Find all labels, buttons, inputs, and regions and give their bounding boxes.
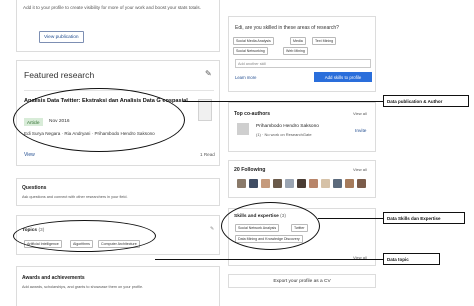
- questions-title: Questions: [22, 185, 47, 191]
- skills-count: (3): [280, 214, 287, 219]
- skills-title-text: Skills and expertise: [234, 214, 279, 219]
- skills-question: Edi, are you skilled in these areas of r…: [235, 25, 339, 31]
- topics-callout-label: Data topic: [383, 253, 440, 265]
- coauthor-name[interactable]: Prihambodo Hendro Saksono: [256, 124, 319, 129]
- coauthor-avatar[interactable]: [237, 123, 249, 135]
- topic-tag[interactable]: Artificial Intelligence: [24, 240, 62, 248]
- skills-suggestion-card: Edi, are you skilled in these areas of r…: [228, 16, 376, 92]
- questions-card: Questions Ask questions and connect with…: [16, 178, 220, 206]
- awards-text: Add awards, scholarships, and grants to …: [22, 285, 144, 289]
- learn-more-link[interactable]: Learn more: [235, 75, 256, 80]
- publication-date: Nov 2016: [49, 119, 70, 124]
- awards-title: Awards and achievements: [22, 275, 85, 281]
- skill-tag[interactable]: Twitter: [291, 224, 308, 232]
- topics-callout-line: [155, 259, 384, 260]
- view-publication-button[interactable]: View publication: [39, 31, 84, 43]
- following-avatar[interactable]: [285, 179, 294, 188]
- topics-card: Topics (3) ✎ Artificial Intelligence Alg…: [16, 215, 220, 255]
- skills-card: Skills and expertise (3) Social Network …: [228, 208, 376, 266]
- skills-title: Skills and expertise (3): [234, 214, 286, 219]
- suggested-skill-tag[interactable]: Media: [290, 37, 306, 45]
- coauthor-meta: (1) · No work on ResearchGate: [256, 132, 312, 137]
- publication-authors[interactable]: Edi Surya Negara · Ria Andryani · Priham…: [24, 131, 155, 136]
- featured-title: Featured research: [24, 70, 95, 80]
- following-avatar[interactable]: [249, 179, 258, 188]
- featured-research-card: Featured research ✎ Analisis Data Twitte…: [16, 60, 220, 166]
- topic-tag[interactable]: Computer Architecture: [98, 240, 140, 248]
- topics-count: (3): [38, 228, 45, 233]
- topics-edit-icon[interactable]: ✎: [210, 226, 214, 232]
- coauthors-view-all[interactable]: View all: [353, 111, 367, 116]
- topic-tag[interactable]: Algorithms: [70, 240, 93, 248]
- skill-tag[interactable]: Social Network Analysis: [235, 224, 280, 232]
- export-cv-label[interactable]: Export your profile as a CV: [273, 279, 330, 284]
- featured-divider: [24, 90, 214, 91]
- publication-callout-label: Data publication & Author: [383, 95, 469, 107]
- awards-card: Awards and achievements Add awards, scho…: [16, 266, 220, 306]
- following-avatar[interactable]: [261, 179, 270, 188]
- following-view-all[interactable]: View all: [353, 167, 367, 172]
- suggested-skill-tag[interactable]: Social Networking: [233, 47, 268, 55]
- publication-title[interactable]: Analisis Data Twitter: Ekstraksi dan Ana…: [24, 98, 194, 105]
- export-cv-card[interactable]: Export your profile as a CV: [228, 274, 376, 288]
- add-skill-placeholder: Add another skill: [238, 61, 267, 66]
- following-avatar[interactable]: [237, 179, 246, 188]
- coauthors-card: Top co-authors View all Prihambodo Hendr…: [228, 102, 376, 152]
- questions-text: Ask questions and connect with other res…: [22, 195, 128, 199]
- following-avatar[interactable]: [333, 179, 342, 188]
- topics-title-text: Topics: [22, 228, 38, 233]
- suggested-skill-tag[interactable]: Text Mining: [312, 37, 337, 45]
- following-card: 20 Following View all: [228, 160, 376, 198]
- invite-link[interactable]: Invite: [355, 129, 366, 134]
- skills-callout-line: [318, 218, 384, 219]
- article-badge: Article: [24, 118, 43, 126]
- add-skill-input[interactable]: Add another skill: [235, 59, 371, 68]
- publication-thumbnail: [198, 99, 212, 121]
- following-avatar[interactable]: [357, 179, 366, 188]
- suggested-skill-tag[interactable]: Social Media Analysis: [233, 37, 274, 45]
- reads-count: 1 Read: [200, 152, 215, 157]
- following-avatar[interactable]: [321, 179, 330, 188]
- profile-prompt-card: Add it to your profile to create visibil…: [16, 0, 220, 52]
- coauthors-title: Top co-authors: [234, 111, 271, 117]
- following-avatar[interactable]: [345, 179, 354, 188]
- following-avatar[interactable]: [309, 179, 318, 188]
- view-link[interactable]: View: [24, 152, 35, 158]
- following-avatar[interactable]: [273, 179, 282, 188]
- add-skills-button[interactable]: Add skills to profile: [314, 72, 372, 82]
- skills-callout-label: Data Skills dan Expertise: [383, 212, 465, 224]
- following-avatar[interactable]: [297, 179, 306, 188]
- profile-prompt-text: Add it to your profile to create visibil…: [23, 5, 201, 10]
- following-title: 20 Following: [234, 167, 266, 173]
- topics-title: Topics (3): [22, 228, 44, 233]
- suggested-skill-tag[interactable]: Web Mining: [283, 47, 308, 55]
- pencil-icon[interactable]: ✎: [205, 69, 212, 78]
- publication-callout-line: [183, 101, 384, 102]
- skill-tag[interactable]: Data Mining and Knowledge Discovery: [235, 235, 303, 243]
